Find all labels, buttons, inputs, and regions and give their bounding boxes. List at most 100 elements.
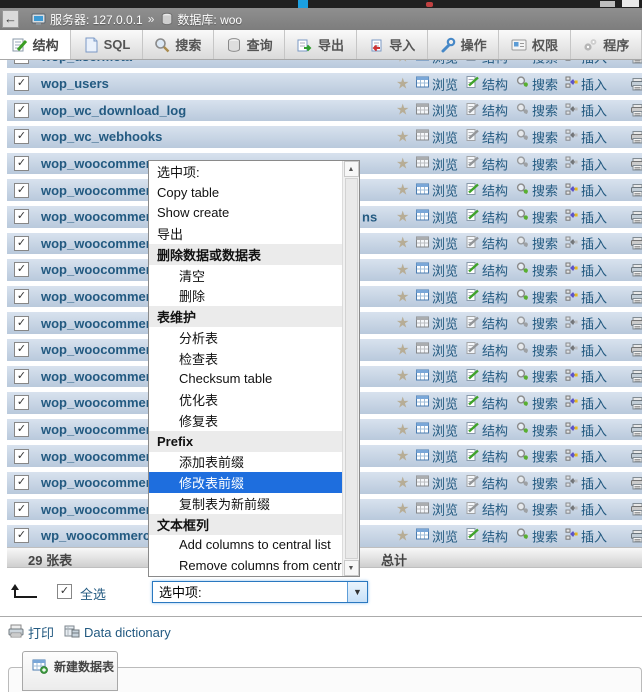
- table-name-link[interactable]: wop_woocommerce_api_keys: [41, 156, 151, 171]
- favorite-star-icon[interactable]: ★: [396, 236, 409, 251]
- empty-action-icon[interactable]: [631, 104, 642, 117]
- favorite-star-icon[interactable]: ★: [396, 449, 409, 464]
- row-checkbox[interactable]: ✓: [14, 236, 29, 251]
- dropdown-option[interactable]: 优化表: [149, 389, 342, 410]
- breadcrumb-database[interactable]: 数据库: woo: [177, 11, 242, 28]
- favorite-star-icon[interactable]: ★: [396, 76, 409, 91]
- favorite-star-icon[interactable]: ★: [396, 528, 409, 543]
- table-name-link[interactable]: wop_woocommerce_shipping_zone_locations: [41, 395, 151, 410]
- insert-action[interactable]: 插入: [565, 447, 607, 466]
- tab-structure[interactable]: 结构: [0, 30, 71, 59]
- tab-query[interactable]: 查询: [214, 30, 285, 59]
- structure-action[interactable]: 结构: [466, 260, 508, 279]
- search-action[interactable]: 搜索: [516, 181, 558, 200]
- print-link[interactable]: 打印: [8, 623, 54, 642]
- scroll-down-button[interactable]: ▼: [344, 560, 359, 576]
- browse-action[interactable]: 浏览: [416, 526, 458, 545]
- table-name-link[interactable]: wop_woocommerce_sessions: [41, 369, 151, 384]
- favorite-star-icon[interactable]: ★: [396, 129, 409, 144]
- insert-action[interactable]: 插入: [565, 314, 607, 333]
- favorite-star-icon[interactable]: ★: [396, 369, 409, 384]
- table-name-link[interactable]: wop_wc_webhooks: [41, 129, 162, 144]
- row-checkbox[interactable]: ✓: [14, 183, 29, 198]
- dropdown-option[interactable]: Add columns to central list: [149, 535, 342, 556]
- dropdown-option[interactable]: Checksum table: [149, 369, 342, 390]
- breadcrumb-server[interactable]: 服务器: 127.0.0.1: [50, 11, 143, 28]
- row-checkbox[interactable]: ✓: [14, 262, 29, 277]
- insert-action[interactable]: 插入: [565, 393, 607, 412]
- row-checkbox[interactable]: ✓: [14, 129, 29, 144]
- row-checkbox[interactable]: ✓: [14, 395, 29, 410]
- search-action[interactable]: 搜索: [516, 340, 558, 359]
- browse-action[interactable]: 浏览: [416, 420, 458, 439]
- table-name-link[interactable]: wop_woocommerce_shipping_zones: [41, 449, 151, 464]
- tab-sql[interactable]: SQL: [71, 30, 142, 59]
- search-action[interactable]: 搜索: [516, 127, 558, 146]
- insert-action[interactable]: 插入: [565, 420, 607, 439]
- table-name-link[interactable]: wop_woocommerce_payment_tokens: [41, 342, 151, 357]
- dropdown-option[interactable]: 修改表前缀: [149, 472, 342, 493]
- search-action[interactable]: 搜索: [516, 287, 558, 306]
- browse-action[interactable]: 浏览: [416, 393, 458, 412]
- browse-action[interactable]: 浏览: [416, 473, 458, 492]
- search-action[interactable]: 搜索: [516, 207, 558, 226]
- tab-routines[interactable]: 程序: [571, 30, 642, 59]
- structure-action[interactable]: 结构: [466, 154, 508, 173]
- search-action[interactable]: 搜索: [516, 500, 558, 519]
- browse-action[interactable]: 浏览: [416, 74, 458, 93]
- row-checkbox[interactable]: ✓: [14, 316, 29, 331]
- row-checkbox[interactable]: ✓: [14, 289, 29, 304]
- tab-search[interactable]: 搜索: [143, 30, 214, 59]
- favorite-star-icon[interactable]: ★: [396, 422, 409, 437]
- select-chevron-icon[interactable]: ▼: [347, 582, 367, 602]
- empty-action-icon[interactable]: [631, 210, 642, 223]
- scroll-up-button[interactable]: ▲: [344, 161, 359, 177]
- empty-action-icon[interactable]: [631, 423, 642, 436]
- insert-action[interactable]: 插入: [565, 340, 607, 359]
- favorite-star-icon[interactable]: ★: [396, 342, 409, 357]
- table-name-link[interactable]: wop_woocommerce_payment_tokenmeta: [41, 316, 151, 331]
- empty-action-icon[interactable]: [631, 476, 642, 489]
- row-checkbox[interactable]: ✓: [14, 60, 29, 64]
- search-action[interactable]: 搜索: [516, 101, 558, 120]
- browse-action[interactable]: 浏览: [416, 234, 458, 253]
- row-checkbox[interactable]: ✓: [14, 369, 29, 384]
- table-name-link[interactable]: wop_woocommerce_tax_rates: [41, 502, 151, 517]
- dropdown-option[interactable]: 复制表为新前缀: [149, 493, 342, 514]
- structure-action[interactable]: 结构: [466, 526, 508, 545]
- structure-action[interactable]: 结构: [466, 127, 508, 146]
- search-action[interactable]: 搜索: [516, 367, 558, 386]
- dropdown-scrollbar[interactable]: ▲ ▼: [342, 161, 359, 576]
- insert-action[interactable]: 插入: [565, 287, 607, 306]
- empty-action-icon[interactable]: [631, 343, 642, 356]
- dropdown-option[interactable]: Show create: [149, 203, 342, 224]
- favorite-star-icon[interactable]: ★: [396, 262, 409, 277]
- browse-action[interactable]: 浏览: [416, 340, 458, 359]
- structure-action[interactable]: 结构: [466, 60, 508, 66]
- row-checkbox[interactable]: ✓: [14, 502, 29, 517]
- structure-action[interactable]: 结构: [466, 473, 508, 492]
- insert-action[interactable]: 插入: [565, 101, 607, 120]
- check-all-label[interactable]: 全选: [80, 584, 106, 603]
- row-checkbox[interactable]: ✓: [14, 156, 29, 171]
- dropdown-option[interactable]: 检查表: [149, 348, 342, 369]
- empty-action-icon[interactable]: [631, 60, 642, 63]
- structure-action[interactable]: 结构: [466, 393, 508, 412]
- dropdown-option[interactable]: 删除: [149, 286, 342, 307]
- row-checkbox[interactable]: ✓: [14, 528, 29, 543]
- structure-action[interactable]: 结构: [466, 420, 508, 439]
- empty-action-icon[interactable]: [631, 130, 642, 143]
- dropdown-option[interactable]: 分析表: [149, 327, 342, 348]
- row-checkbox[interactable]: ✓: [14, 449, 29, 464]
- browse-action[interactable]: 浏览: [416, 154, 458, 173]
- empty-action-icon[interactable]: [631, 263, 642, 276]
- data-dictionary-link[interactable]: Data dictionary: [64, 624, 171, 641]
- favorite-star-icon[interactable]: ★: [396, 103, 409, 118]
- structure-action[interactable]: 结构: [466, 287, 508, 306]
- insert-action[interactable]: 插入: [565, 127, 607, 146]
- structure-action[interactable]: 结构: [466, 500, 508, 519]
- insert-action[interactable]: 插入: [565, 60, 607, 66]
- search-action[interactable]: 搜索: [516, 154, 558, 173]
- favorite-star-icon[interactable]: ★: [396, 395, 409, 410]
- browse-action[interactable]: 浏览: [416, 101, 458, 120]
